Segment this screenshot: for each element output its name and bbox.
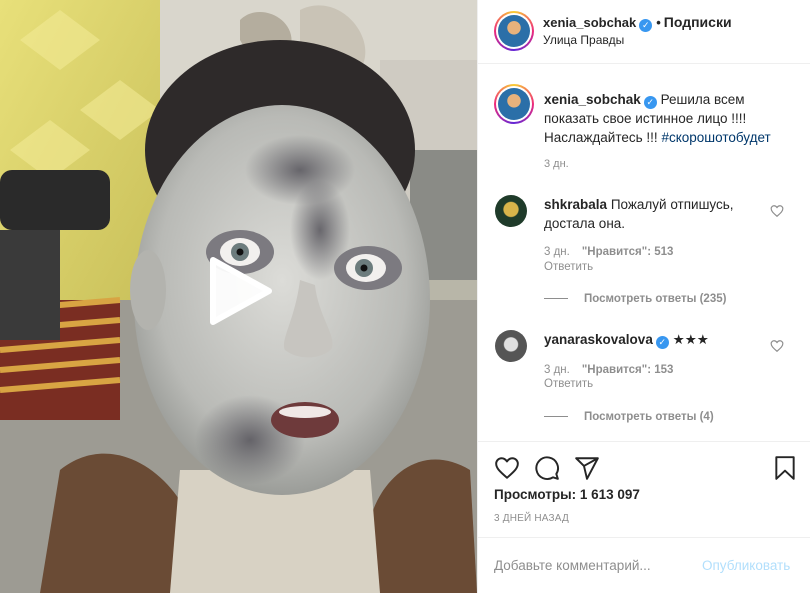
bookmark-icon[interactable]	[772, 455, 798, 481]
view-replies-label: Посмотреть ответы (4)	[584, 411, 714, 423]
caption-author-avatar[interactable]	[494, 84, 534, 124]
reply-button[interactable]: Ответить	[544, 378, 593, 390]
play-icon	[210, 257, 272, 325]
view-replies-button[interactable]: Посмотреть ответы (4)	[544, 411, 714, 423]
commenter-username[interactable]: yanaraskovalova	[544, 332, 653, 347]
separator-dot: •	[656, 15, 661, 30]
author-avatar[interactable]	[494, 11, 534, 51]
caption-text: xenia_sobchak ✓ Решила всем показать свое…	[544, 90, 794, 147]
comments-list[interactable]: xenia_sobchak ✓ Решила всем показать свое…	[478, 65, 810, 442]
comment-icon[interactable]	[534, 455, 560, 481]
post-header: xenia_sobchak ✓ • Подписки Улица Правды	[478, 0, 810, 64]
comment-likes[interactable]: "Нравится": 153	[582, 364, 674, 376]
share-icon[interactable]	[574, 455, 600, 481]
post-date[interactable]: 3 ДНЕЙ НАЗАД	[494, 513, 569, 524]
verified-badge-icon: ✓	[643, 96, 657, 109]
header-line: xenia_sobchak ✓ • Подписки	[543, 14, 732, 32]
comment-time[interactable]: 3 дн.	[544, 364, 570, 376]
hashtag-link[interactable]: #скорошотобудет	[661, 130, 770, 145]
commenter-username[interactable]: shkrabala	[544, 197, 607, 212]
author-username[interactable]: xenia_sobchak	[543, 15, 636, 30]
post-side-panel: xenia_sobchak ✓ • Подписки Улица Правды xen…	[477, 0, 810, 593]
comment-like-heart-icon[interactable]	[770, 204, 784, 218]
post-location[interactable]: Улица Правды	[543, 33, 624, 47]
reply-button[interactable]: Ответить	[544, 261, 593, 273]
replies-divider-line	[544, 416, 568, 418]
comment-meta: 3 дн. "Нравится": 153	[544, 364, 673, 376]
play-button[interactable]	[205, 254, 275, 328]
comment-like-heart-icon[interactable]	[770, 339, 784, 353]
post-video[interactable]	[0, 0, 477, 593]
commenter-avatar[interactable]	[495, 195, 527, 227]
view-replies-button[interactable]: Посмотреть ответы (235)	[544, 293, 726, 305]
comment-time[interactable]: 3 дн.	[544, 246, 570, 258]
comment-likes[interactable]: "Нравится": 513	[582, 246, 674, 258]
replies-divider-line	[544, 298, 568, 300]
comment-meta: 3 дн. "Нравится": 513	[544, 246, 673, 258]
comment-body: ★★★	[672, 332, 709, 347]
follow-button[interactable]: Подписки	[664, 14, 732, 30]
verified-badge-icon: ✓	[655, 336, 669, 349]
caption-time[interactable]: 3 дн.	[544, 158, 569, 170]
comment-text: yanaraskovalova ✓ ★★★	[544, 330, 770, 349]
caption-username[interactable]: xenia_sobchak	[544, 92, 641, 107]
commenter-avatar[interactable]	[495, 330, 527, 362]
view-replies-label: Посмотреть ответы (235)	[584, 293, 727, 305]
publish-button[interactable]: Опубликовать	[702, 558, 790, 573]
verified-badge-icon: ✓	[639, 19, 653, 32]
heart-icon[interactable]	[494, 455, 520, 481]
comment-composer: Опубликовать	[478, 537, 810, 593]
comment-text: shkrabala Пожалуй отпишусь, достала она.	[544, 195, 770, 233]
view-count[interactable]: Просмотры: 1 613 097	[494, 487, 640, 502]
action-bar	[478, 443, 810, 493]
comment-input[interactable]	[494, 554, 694, 576]
